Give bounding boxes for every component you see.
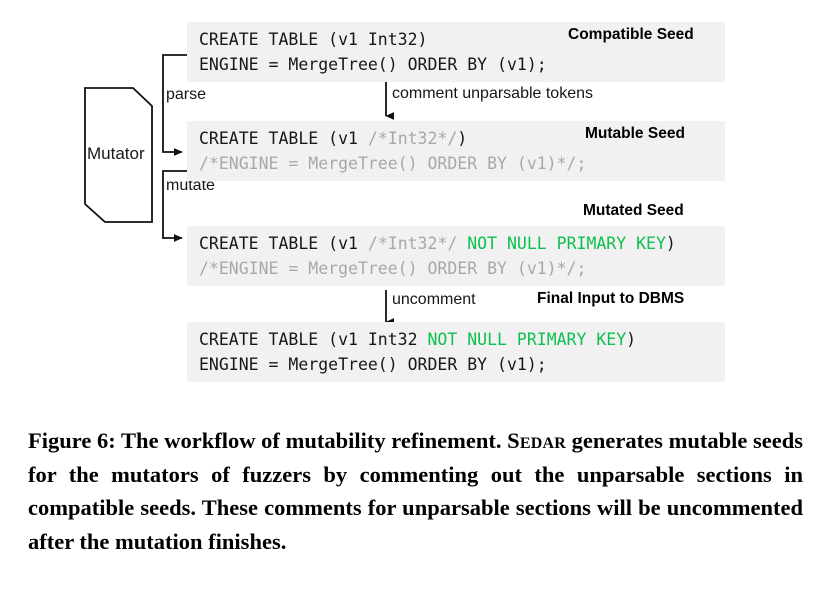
seed-title-mutable-seed: Mutable Seed: [585, 125, 685, 142]
code-block-mutated-seed: CREATE TABLE (v1 /*Int32*/ NOT NULL PRIM…: [187, 226, 725, 286]
code-line: ENGINE = MergeTree() ORDER BY (v1);: [199, 52, 725, 77]
flow-label-uncomment: uncomment: [392, 291, 476, 308]
code-segment-normal: CREATE TABLE (v1: [199, 234, 368, 253]
seed-title-compatible-seed: Compatible Seed: [568, 26, 694, 43]
code-segment-mutation: NOT NULL PRIMARY KEY: [427, 330, 627, 349]
seed-title-final-input: Final Input to DBMS: [537, 290, 685, 307]
code-segment-normal: ): [626, 330, 637, 349]
caption-system-name: Sedar: [507, 428, 566, 453]
code-segment-normal: ENGINE = MergeTree() ORDER BY (v1);: [199, 355, 547, 374]
code-segment-mutation: NOT NULL PRIMARY KEY: [467, 234, 666, 253]
code-block-final-input: CREATE TABLE (v1 Int32 NOT NULL PRIMARY …: [187, 322, 725, 382]
caption-number: Figure 6:: [28, 428, 116, 453]
flow-label-parse: parse: [166, 86, 207, 103]
code-segment-normal: CREATE TABLE (v1 Int32): [199, 30, 428, 49]
figure-caption: Figure 6: The workflow of mutability ref…: [28, 424, 803, 558]
code-segment-comment: /*ENGINE = MergeTree() ORDER BY (v1)*/;: [199, 154, 587, 173]
code-segment-comment: /*ENGINE = MergeTree() ORDER BY (v1)*/;: [199, 259, 587, 278]
code-segment-normal: ): [457, 129, 468, 148]
code-line: CREATE TABLE (v1 /*Int32*/ NOT NULL PRIM…: [199, 231, 725, 256]
mutator-label: Mutator: [87, 144, 145, 163]
caption-part1: The workflow of mutability refinement.: [115, 428, 508, 453]
code-line: CREATE TABLE (v1 Int32 NOT NULL PRIMARY …: [199, 327, 725, 352]
code-segment-normal: CREATE TABLE (v1 Int32: [199, 330, 428, 349]
code-line: ENGINE = MergeTree() ORDER BY (v1);: [199, 352, 725, 377]
code-segment-comment: /*Int32*/: [367, 234, 458, 253]
figure-diagram: Mutator parse mutate comment unparsable …: [0, 0, 829, 410]
code-segment-comment: /*Int32*/: [367, 129, 458, 148]
code-line: /*ENGINE = MergeTree() ORDER BY (v1)*/;: [199, 151, 725, 176]
code-segment-normal: CREATE TABLE (v1: [199, 129, 368, 148]
code-segment-normal: ENGINE = MergeTree() ORDER BY (v1);: [199, 55, 547, 74]
seed-title-mutated-seed: Mutated Seed: [583, 202, 684, 219]
flow-label-comment: comment unparsable tokens: [392, 85, 593, 102]
code-segment-normal: [457, 234, 467, 253]
code-line: /*ENGINE = MergeTree() ORDER BY (v1)*/;: [199, 256, 725, 281]
code-segment-normal: ): [665, 234, 676, 253]
